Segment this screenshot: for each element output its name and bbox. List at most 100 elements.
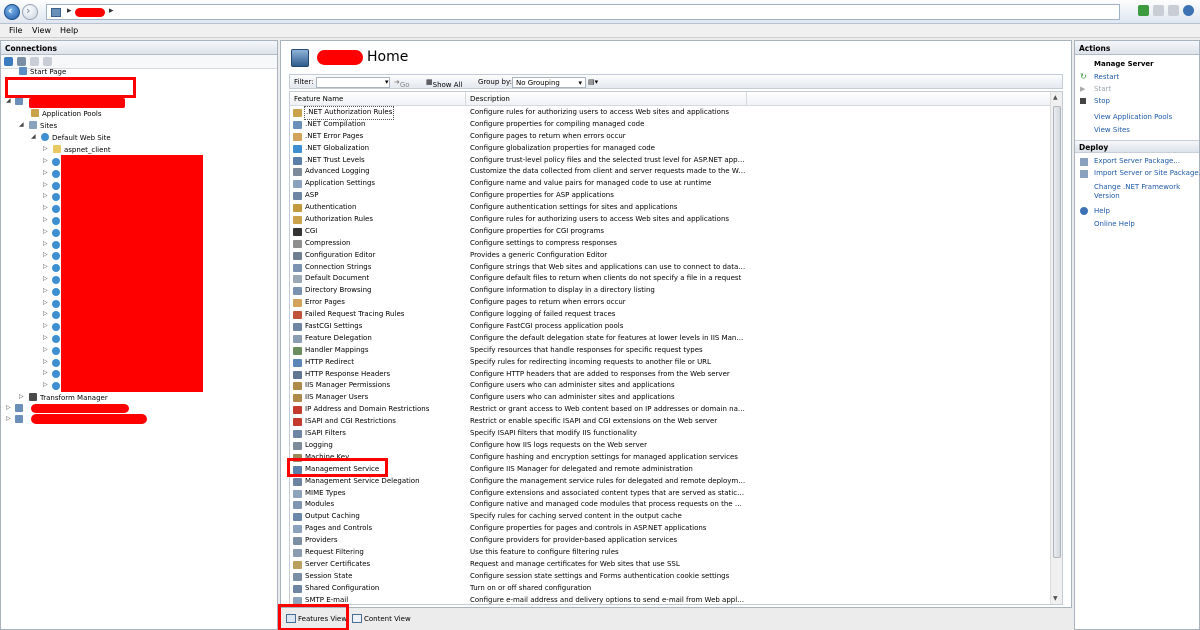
feature-row[interactable]: Connection Strings Configure strings that… (290, 262, 1050, 274)
scroll-down-icon[interactable]: ▼ (1053, 595, 1058, 602)
vertical-scrollbar[interactable]: ▲ ▼ (1050, 92, 1062, 604)
scroll-up-icon[interactable]: ▲ (1053, 94, 1058, 101)
feature-row[interactable]: Compression Configure settings to compres… (290, 238, 1050, 250)
expand-icon[interactable]: ▷ (43, 216, 48, 223)
back-button[interactable]: ‹ (4, 4, 20, 20)
tree-server-3[interactable] (15, 415, 26, 426)
feature-row[interactable]: Handler Mappings Specify resources that h… (290, 345, 1050, 357)
tree-transform-manager[interactable]: Transform Manager (29, 393, 108, 404)
expand-icon[interactable]: ▷ (6, 415, 11, 422)
feature-row[interactable]: Logging Configure how IIS logs requests o… (290, 440, 1050, 452)
expand-icon[interactable]: ▷ (43, 192, 48, 199)
start-link[interactable]: Start (1094, 85, 1111, 93)
feature-row[interactable]: Request Filtering Use this feature to con… (290, 547, 1050, 559)
expand-icon[interactable]: ▷ (43, 263, 48, 270)
feature-row[interactable]: Feature Delegation Configure the default … (290, 333, 1050, 345)
expand-icon[interactable]: ▷ (43, 299, 48, 306)
stop-icon[interactable] (1153, 5, 1164, 16)
feature-row[interactable]: .NET Compilation Configure properties for… (290, 119, 1050, 131)
expand-icon[interactable]: ▷ (43, 181, 48, 188)
address-field[interactable]: ▸ ▸ (46, 4, 1120, 20)
tree-server[interactable] (15, 97, 26, 108)
go-icon[interactable] (1138, 5, 1149, 16)
feature-row[interactable]: HTTP Redirect Specify rules for redirecti… (290, 357, 1050, 369)
feature-row[interactable]: ISAPI and CGI Restrictions Restrict or en… (290, 416, 1050, 428)
feature-row[interactable]: Session State Configure session state set… (290, 571, 1050, 583)
change-framework-link-line2[interactable]: Version (1094, 192, 1120, 200)
feature-row[interactable]: FastCGI Settings Configure FastCGI proces… (290, 321, 1050, 333)
feature-row[interactable]: Management Service Configure IIS Manager … (290, 464, 1050, 476)
expand-icon[interactable]: ▷ (43, 381, 48, 388)
column-divider[interactable] (746, 92, 747, 106)
feature-row[interactable]: Directory Browsing Configure information … (290, 285, 1050, 297)
tree-application-pools[interactable]: Application Pools (31, 109, 101, 120)
stop-link[interactable]: Stop (1094, 97, 1110, 105)
feature-row[interactable]: Server Certificates Request and manage ce… (290, 559, 1050, 571)
tree-sites[interactable]: Sites (29, 121, 57, 132)
feature-row[interactable]: CGI Configure properties for CGI programs (290, 226, 1050, 238)
column-feature-name[interactable]: Feature Name (294, 95, 343, 103)
restart-link[interactable]: Restart (1094, 73, 1119, 81)
expand-icon[interactable]: ▷ (43, 145, 48, 152)
feature-row[interactable]: Modules Configure native and managed code… (290, 499, 1050, 511)
feature-row[interactable]: .NET Error Pages Configure pages to retur… (290, 131, 1050, 143)
group-by-select[interactable]: No Grouping ▾ (512, 77, 586, 88)
connect-icon[interactable] (4, 57, 13, 66)
change-framework-link[interactable]: Change .NET Framework (1094, 183, 1180, 191)
feature-row[interactable]: MIME Types Configure extensions and assoc… (290, 488, 1050, 500)
save-icon[interactable] (17, 57, 26, 66)
import-package-link[interactable]: Import Server or Site Package... (1094, 169, 1200, 177)
expand-icon[interactable]: ▷ (43, 346, 48, 353)
scroll-thumb[interactable] (1053, 106, 1061, 558)
menu-file[interactable]: File (9, 26, 22, 35)
feature-row[interactable]: .NET Authorization Rules Configure rules … (290, 106, 1050, 120)
content-view-tab[interactable]: Content View (350, 612, 411, 626)
delete-icon[interactable] (43, 57, 52, 66)
expand-icon[interactable]: ▷ (43, 358, 48, 365)
expand-icon[interactable]: ▷ (43, 240, 48, 247)
feature-row[interactable]: Output Caching Specify rules for caching … (290, 511, 1050, 523)
feature-row[interactable]: ASP Configure properties for ASP applicat… (290, 190, 1050, 202)
tree-default-web-site[interactable]: Default Web Site (41, 133, 111, 144)
feature-row[interactable]: Application Settings Configure name and v… (290, 178, 1050, 190)
expand-icon[interactable]: ▷ (43, 334, 48, 341)
expand-icon[interactable]: ▷ (43, 275, 48, 282)
feature-row[interactable]: .NET Globalization Configure globalizatio… (290, 143, 1050, 155)
feature-row[interactable]: IIS Manager Users Configure users who can… (290, 392, 1050, 404)
go-button[interactable]: ➜ Go (394, 78, 410, 89)
feature-row[interactable]: ISAPI Filters Specify ISAPI filters that … (290, 428, 1050, 440)
expand-icon[interactable]: ▷ (43, 322, 48, 329)
home-icon[interactable] (1168, 5, 1179, 16)
feature-row[interactable]: Advanced Logging Customize the data colle… (290, 166, 1050, 178)
expand-icon[interactable]: ▷ (43, 204, 48, 211)
feature-row[interactable]: Error Pages Configure pages to return whe… (290, 297, 1050, 309)
show-all-button[interactable]: ▦ Show All (426, 78, 462, 89)
view-application-pools-link[interactable]: View Application Pools (1094, 113, 1172, 121)
feature-row[interactable]: Pages and Controls Configure properties f… (290, 523, 1050, 535)
expand-icon[interactable]: ▷ (43, 157, 48, 164)
feature-row[interactable]: Providers Configure providers for provide… (290, 535, 1050, 547)
menu-view[interactable]: View (32, 26, 51, 35)
column-description[interactable]: Description (470, 95, 510, 103)
feature-row[interactable]: IIS Manager Permissions Configure users w… (290, 380, 1050, 392)
feature-row[interactable]: HTTP Response Headers Configure HTTP head… (290, 369, 1050, 381)
expand-icon[interactable]: ▷ (6, 404, 11, 411)
feature-row[interactable]: Machine Key Configure hashing and encrypt… (290, 452, 1050, 464)
feature-row[interactable]: .NET Trust Levels Configure trust-level p… (290, 155, 1050, 167)
online-help-link[interactable]: Online Help (1094, 220, 1135, 228)
tree-server-2[interactable] (15, 404, 26, 415)
view-mode-icon[interactable]: ▤▾ (588, 78, 598, 86)
export-server-package-link[interactable]: Export Server Package... (1094, 157, 1180, 165)
column-divider[interactable] (465, 92, 466, 106)
feature-row[interactable]: SMTP E-mail Configure e-mail address and … (290, 595, 1050, 604)
deploy-section-header[interactable]: Deploy (1075, 140, 1199, 153)
collapse-icon[interactable]: ◢ (6, 97, 11, 104)
expand-icon[interactable]: ▷ (43, 310, 48, 317)
help-icon[interactable] (1183, 5, 1194, 16)
feature-row[interactable]: IP Address and Domain Restrictions Restri… (290, 404, 1050, 416)
expand-icon[interactable]: ▷ (43, 228, 48, 235)
feature-row[interactable]: Default Document Configure default files … (290, 273, 1050, 285)
filter-dropdown-icon[interactable]: ▾ (385, 78, 389, 86)
help-link[interactable]: Help (1094, 207, 1110, 215)
up-icon[interactable] (30, 57, 39, 66)
